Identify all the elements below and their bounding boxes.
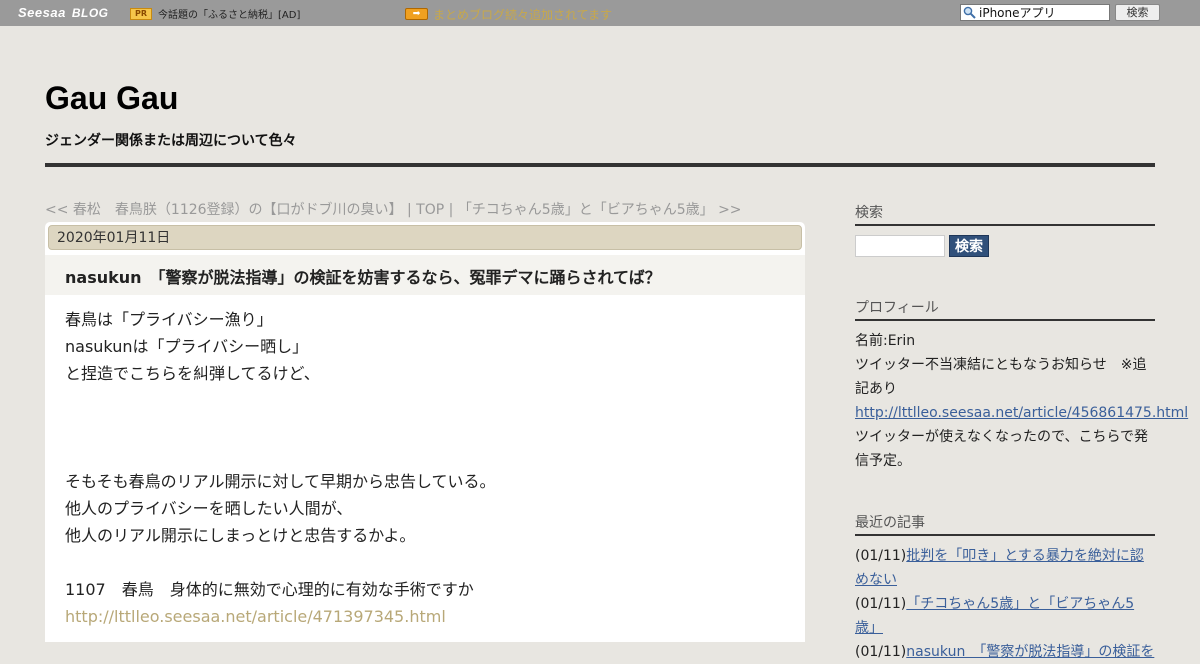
- article-date: 2020年01月11日: [48, 225, 802, 250]
- sidebar-recent-heading: 最近の記事: [855, 512, 1155, 536]
- magnifier-icon: [963, 6, 976, 19]
- blog-title[interactable]: Gau Gau: [45, 80, 178, 117]
- profile-name: 名前:Erin: [855, 333, 916, 349]
- list-item: (01/11)「チコちゃん5歳」と「ビアちゃん5歳」: [855, 592, 1155, 640]
- recent-posts-list: (01/11)批判を「叩き」とする暴力を絶対に認めない (01/11)「チコちゃ…: [855, 544, 1155, 664]
- article-title-bar: nasukun 「警察が脱法指導」の検証を妨害するなら、冤罪デマに踊らされてば？: [45, 255, 805, 295]
- sidebar-search-heading: 検索: [855, 202, 1155, 226]
- article-body: 春鳥は「プライバシー漁り」 nasukunは「プライバシー晒し」 と捏造でこちら…: [65, 306, 785, 630]
- profile-note: ツイッター不当凍結にともなうお知らせ ※追記あり: [855, 357, 1147, 397]
- body-line: 1107 春鳥 身体的に無効で心理的に有効な手術ですか: [65, 580, 474, 599]
- logo-main: Seesaa: [18, 5, 66, 20]
- body-line: そもそも春鳥のリアル開示に対して早期から忠告している。: [65, 472, 496, 491]
- top-bar: Seesaa BLOG PR 今話題の「ふるさと納税」[AD] ➡ まとめブログ続…: [0, 0, 1200, 26]
- blog-description: ジェンダー関係または周辺について色々: [45, 133, 297, 149]
- article-navigation: << 春松 春鳥朕（1126登録）の【口がドブ川の臭い】 | TOP | 「チコ…: [45, 199, 742, 219]
- body-line: [65, 387, 785, 414]
- recent-date: (01/11): [855, 548, 907, 564]
- body-line: 他人のリアル開示にしまっとけと忠告するかよ。: [65, 526, 416, 545]
- recent-date: (01/11): [855, 644, 907, 660]
- article: 2020年01月11日 nasukun 「警察が脱法指導」の検証を妨害するなら、…: [45, 222, 805, 642]
- body-line: [65, 414, 785, 441]
- arrow-right-icon: ➡: [405, 8, 428, 20]
- nav-separator: |: [444, 202, 458, 218]
- body-line: 春鳥は「プライバシー漁り」: [65, 310, 273, 329]
- body-line: nasukunは「プライバシー晒し」: [65, 337, 309, 356]
- prev-article-link[interactable]: << 春松 春鳥朕（1126登録）の【口がドブ川の臭い】: [45, 202, 403, 218]
- body-line: [65, 441, 785, 468]
- pr-badge: PR: [130, 8, 152, 20]
- top-search-box[interactable]: [960, 4, 1110, 21]
- profile-section: 名前:Erin ツイッター不当凍結にともなうお知らせ ※追記あり http://…: [855, 329, 1188, 473]
- recent-post-link[interactable]: nasukun 「警察が脱法指導」の検証を: [906, 644, 1154, 660]
- logo-sub: BLOG: [71, 6, 109, 20]
- body-line: と捏造でこちらを糾弾してるけど、: [65, 364, 320, 383]
- article-link[interactable]: http://lttlleo.seesaa.net/article/471397…: [65, 607, 446, 626]
- nav-separator: |: [402, 202, 417, 218]
- body-line: 他人のプライバシーを晒したい人間が、: [65, 499, 353, 518]
- article-title[interactable]: nasukun 「警察が脱法指導」の検証を妨害するなら、冤罪デマに踊らされてば？: [65, 264, 661, 288]
- next-article-link[interactable]: 「チコちゃん5歳」と「ビアちゃん5歳」 >>: [458, 202, 742, 218]
- recent-date: (01/11): [855, 596, 907, 612]
- top-search-input[interactable]: [979, 5, 1107, 20]
- announcement-link[interactable]: まとめブログ続々追加されてます: [433, 6, 612, 23]
- list-item: (01/11)批判を「叩き」とする暴力を絶対に認めない: [855, 544, 1155, 592]
- sidebar-search-button[interactable]: 検索: [949, 235, 989, 257]
- top-link[interactable]: TOP: [416, 202, 444, 218]
- pr-ad-link[interactable]: 今話題の「ふるさと納税」[AD]: [158, 6, 300, 21]
- profile-note2: ツイッターが使えなくなったので、こちらで発信予定。: [855, 429, 1149, 469]
- body-line: [65, 549, 785, 576]
- sidebar-profile-heading: プロフィール: [855, 297, 1155, 321]
- list-item: (01/11)nasukun 「警察が脱法指導」の検証を: [855, 640, 1155, 664]
- seesaa-blog-logo[interactable]: Seesaa BLOG: [18, 5, 109, 20]
- top-search-button[interactable]: 検索: [1115, 4, 1160, 21]
- header-divider: [45, 163, 1155, 167]
- profile-link[interactable]: http://lttlleo.seesaa.net/article/456861…: [855, 405, 1188, 421]
- sidebar-search-input[interactable]: [855, 235, 945, 257]
